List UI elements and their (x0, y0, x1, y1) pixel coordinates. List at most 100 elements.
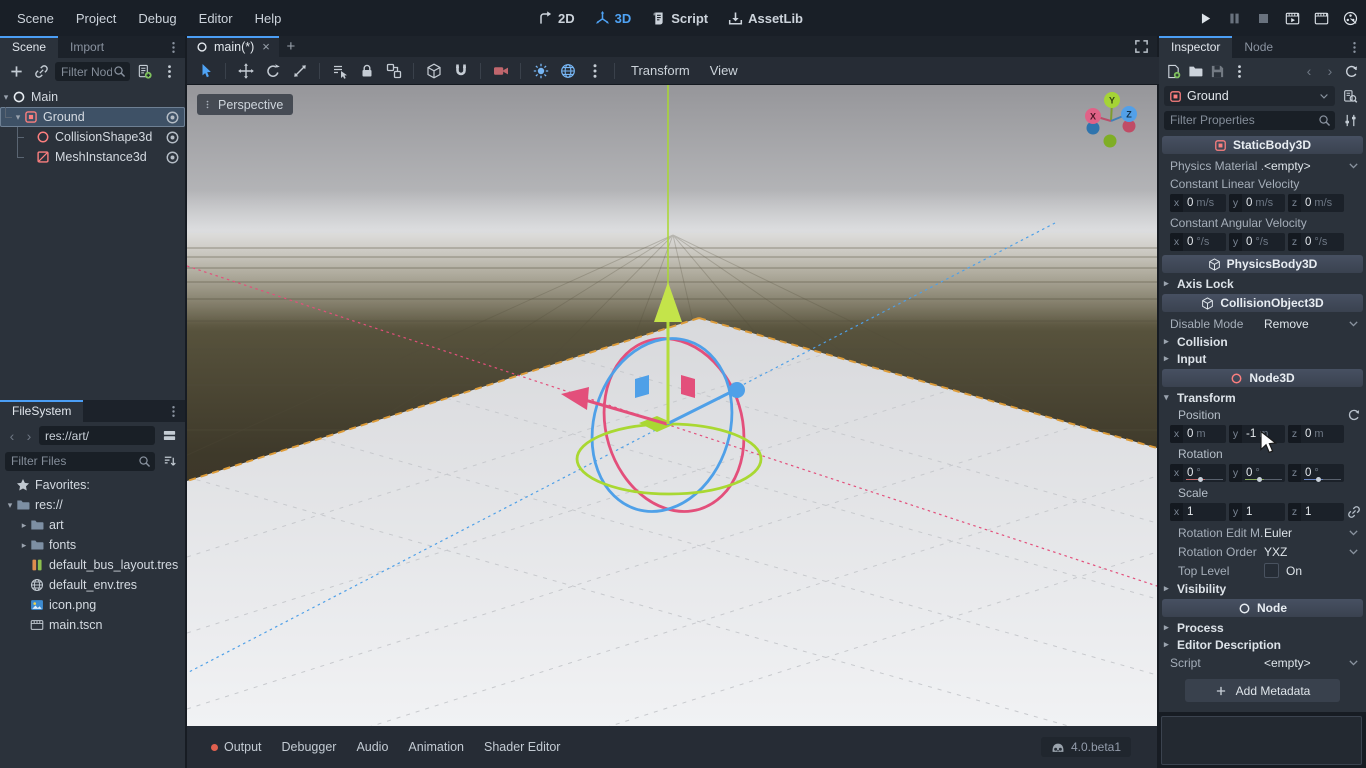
visibility-toggle[interactable] (165, 150, 180, 165)
mode-button-2d[interactable]: 2D (538, 11, 575, 26)
close-tab-icon[interactable]: × (262, 39, 270, 54)
x-field[interactable]: x0°/s (1170, 233, 1226, 251)
collapse-arrow-icon[interactable]: ▸ (18, 540, 30, 551)
menu-project[interactable]: Project (65, 6, 127, 30)
instance-scene-button[interactable] (30, 62, 52, 82)
section-axis-lock[interactable]: ▸Axis Lock (1159, 275, 1366, 292)
fs-item-fonts[interactable]: ▸fonts (0, 535, 185, 555)
viewport-3d[interactable]: X Y Z Perspective (187, 84, 1157, 727)
section-visibility[interactable]: ▸Visibility (1159, 580, 1366, 597)
fs-item-default-bus-layout-tres[interactable]: default_bus_layout.tres (0, 555, 185, 575)
preview-sunlight-toggle[interactable] (528, 60, 553, 82)
property-value-dropdown[interactable]: <empty> (1264, 656, 1360, 670)
property-value-dropdown[interactable]: Euler (1264, 526, 1360, 540)
section-editor-description[interactable]: ▸Editor Description (1159, 636, 1366, 653)
tree-item-collisionshape3d[interactable]: CollisionShape3d (12, 127, 185, 147)
play-button[interactable] (1195, 8, 1215, 28)
movie-maker-button[interactable] (1340, 8, 1360, 28)
inspector-forward-button[interactable]: › (1323, 63, 1337, 79)
mode-button-assetlib[interactable]: AssetLib (728, 11, 803, 26)
section-input[interactable]: ▸Input (1159, 350, 1366, 367)
scene-tabs-kebab[interactable] (162, 36, 185, 58)
inspector-back-button[interactable]: ‹ (1302, 63, 1316, 79)
x-field[interactable]: x0m/s (1170, 194, 1226, 212)
tab-node[interactable]: Node (1232, 36, 1285, 58)
tree-item-meshinstance3d[interactable]: MeshInstance3d (12, 147, 185, 167)
tab-filesystem[interactable]: FileSystem (0, 400, 83, 422)
camera-preview-toggle[interactable] (488, 60, 513, 82)
section-process[interactable]: ▸Process (1159, 619, 1366, 636)
scene-tab-main[interactable]: main(*) × (187, 36, 279, 57)
add-metadata-button[interactable]: Add Metadata (1185, 679, 1341, 702)
slider-grabber[interactable] (1257, 477, 1262, 482)
select-tool[interactable] (193, 60, 218, 82)
viewport-menu-transform[interactable]: Transform (622, 63, 699, 78)
tree-item-main[interactable]: ▾Main (0, 87, 185, 107)
lock-selected-button[interactable] (354, 60, 379, 82)
fs-item-favorites-[interactable]: Favorites: (0, 475, 185, 495)
snap-toggle[interactable] (448, 60, 473, 82)
history-forward-button[interactable]: › (22, 428, 36, 444)
history-back-button[interactable]: ‹ (5, 428, 19, 444)
tab-import[interactable]: Import (58, 36, 116, 58)
menu-editor[interactable]: Editor (188, 6, 244, 30)
expand-viewport-icon[interactable] (1134, 39, 1149, 54)
viewport-menu-view[interactable]: View (701, 63, 747, 78)
history-icon[interactable] (1344, 64, 1359, 79)
y-field[interactable]: y0° (1229, 464, 1285, 482)
scale-tool[interactable] (287, 60, 312, 82)
perspective-menu-button[interactable]: Perspective (197, 94, 293, 115)
edited-node-button[interactable]: Ground (1164, 86, 1335, 106)
x-field[interactable]: x0° (1170, 464, 1226, 482)
property-tools-button[interactable] (1339, 110, 1361, 130)
bottom-tab-shader-editor[interactable]: Shader Editor (474, 734, 570, 760)
tree-item-ground[interactable]: ▾Ground (0, 107, 185, 127)
rotate-tool[interactable] (260, 60, 285, 82)
collapse-arrow-icon[interactable]: ▾ (4, 500, 16, 511)
menu-help[interactable]: Help (244, 6, 293, 30)
slider-grabber[interactable] (1198, 477, 1203, 482)
new-scene-tab-button[interactable]: + (279, 36, 303, 57)
link-scale-icon[interactable] (1347, 505, 1361, 519)
pause-button[interactable] (1224, 8, 1244, 28)
toggle-split-mode-button[interactable] (158, 426, 180, 446)
axis-ball-neg-y[interactable] (1104, 135, 1117, 148)
play-custom-scene-button[interactable] (1311, 8, 1331, 28)
z-field[interactable]: z0°/s (1288, 233, 1344, 251)
slider-grabber[interactable] (1316, 477, 1321, 482)
x-field[interactable]: x0m (1170, 425, 1226, 443)
z-field[interactable]: z1 (1288, 503, 1344, 521)
play-scene-button[interactable] (1282, 8, 1302, 28)
local-space-toggle[interactable] (421, 60, 446, 82)
y-field[interactable]: y1 (1229, 503, 1285, 521)
property-value-dropdown[interactable]: <empty> (1264, 159, 1360, 173)
fs-item-res-[interactable]: ▾res:// (0, 495, 185, 515)
z-field[interactable]: z0m (1288, 425, 1344, 443)
file-sort-button[interactable] (158, 451, 180, 471)
category-node[interactable]: Node (1162, 599, 1363, 617)
filesystem-tabs-kebab[interactable] (162, 400, 185, 422)
bottom-tab-debugger[interactable]: Debugger (272, 734, 347, 760)
scene-tree-options-kebab[interactable] (158, 62, 180, 82)
category-node3d[interactable]: Node3D (1162, 369, 1363, 387)
y-field[interactable]: y0°/s (1229, 233, 1285, 251)
bottom-tab-audio[interactable]: Audio (346, 734, 398, 760)
fs-item-art[interactable]: ▸art (0, 515, 185, 535)
category-physicsbody3d[interactable]: PhysicsBody3D (1162, 255, 1363, 273)
collapse-arrow-icon[interactable]: ▸ (18, 520, 30, 531)
fs-item-main-tscn[interactable]: main.tscn (0, 615, 185, 635)
section-transform[interactable]: ▾Transform (1159, 389, 1366, 406)
collapse-arrow-icon[interactable]: ▾ (12, 112, 24, 123)
current-path-input[interactable] (39, 426, 155, 445)
y-field[interactable]: y-1m (1229, 425, 1285, 443)
load-resource-icon[interactable] (1188, 64, 1203, 79)
view-options-kebab[interactable] (582, 60, 607, 82)
save-resource-icon[interactable] (1210, 64, 1225, 79)
fs-item-icon-png[interactable]: icon.png (0, 595, 185, 615)
mode-button-script[interactable]: Script (651, 11, 708, 26)
z-field[interactable]: z0m/s (1288, 194, 1344, 212)
y-field[interactable]: y0m/s (1229, 194, 1285, 212)
collapse-arrow-icon[interactable]: ▾ (0, 92, 12, 103)
add-node-button[interactable] (5, 62, 27, 82)
stop-button[interactable] (1253, 8, 1273, 28)
